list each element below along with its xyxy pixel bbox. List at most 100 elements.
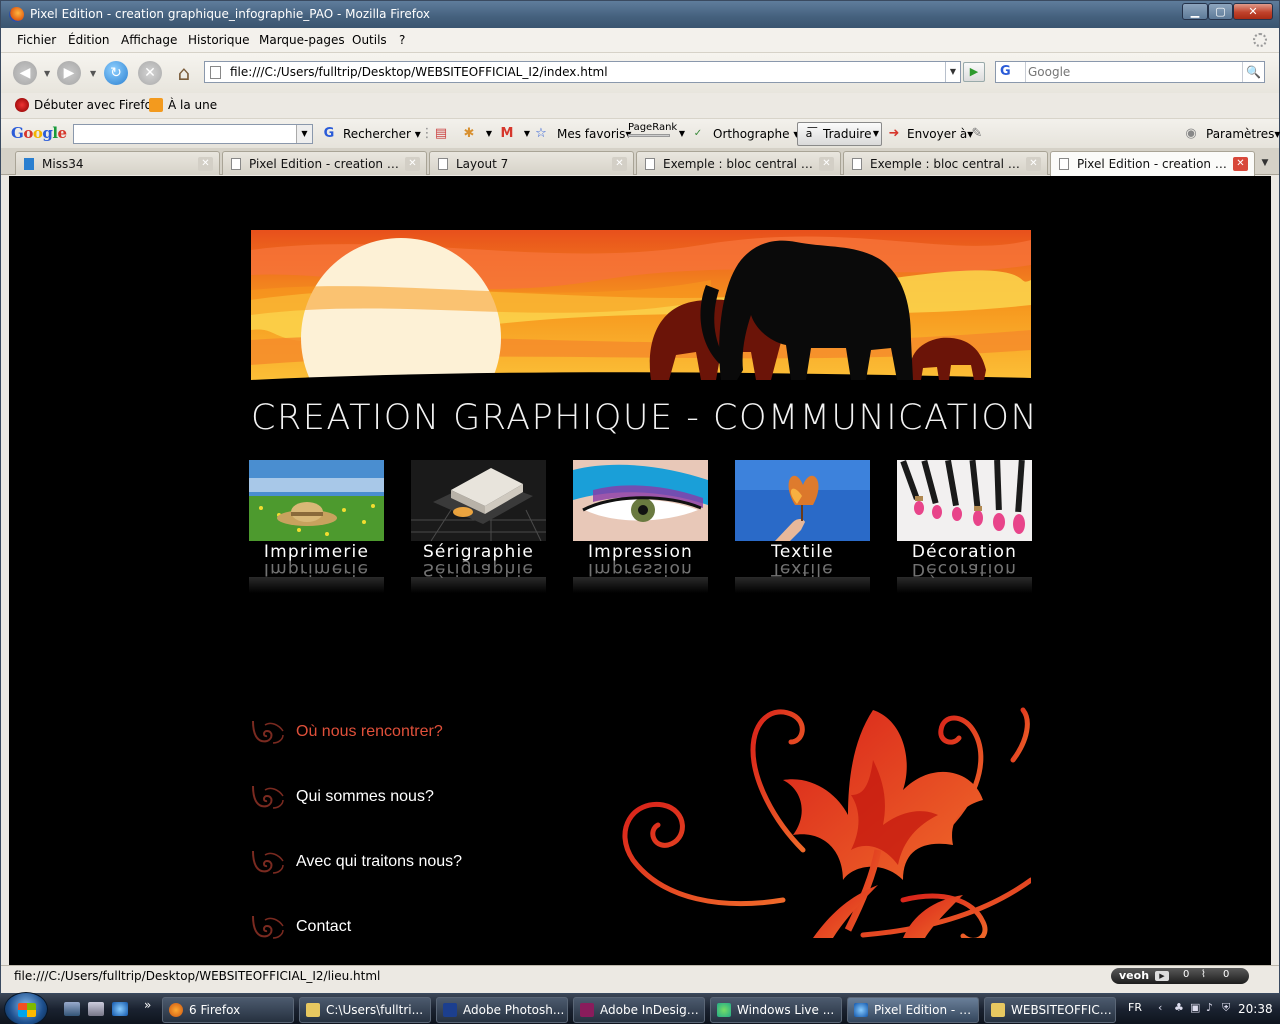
switch-windows-icon[interactable] [88,1002,104,1016]
category-decoration[interactable]: Décoration Décoration [897,460,1032,593]
back-history-dropdown-icon[interactable]: ▼ [44,69,50,78]
forward-button[interactable]: ▶ [57,61,81,85]
pagerank-dropdown-icon[interactable]: ▼ [674,126,690,142]
taskbar-button-pixel-edition[interactable]: Pixel Edition - c... [847,997,979,1023]
search-magnifier-icon[interactable]: 🔍 [1242,62,1264,82]
bookmark-debuter[interactable]: Débuter avec Firefox [15,98,159,112]
swirl-ornament-icon [252,850,284,874]
category-textile[interactable]: Textile Textile [735,460,870,593]
gmail-icon[interactable]: M [499,126,515,142]
tab-close-icon[interactable]: ✕ [405,157,420,171]
folder-icon [306,1003,320,1017]
reload-button[interactable]: ↻ [104,61,128,85]
menu-link-ou-nous-rencontrer[interactable]: Où nous rencontrer? [251,717,571,747]
menu-link-contact[interactable]: Contact [251,912,571,942]
menu-marque-pages[interactable]: Marque-pages [259,33,345,47]
tray-expand-icon[interactable]: ‹ [1158,1002,1170,1014]
tray-app-icon[interactable]: ⛨ [1222,1002,1234,1014]
maximize-button[interactable]: ▢ [1208,3,1233,20]
internet-explorer-icon[interactable] [112,1002,128,1016]
url-history-dropdown-icon[interactable]: ▼ [945,62,960,82]
settings-button[interactable]: Paramètres▾ [1206,127,1280,141]
translate-button[interactable]: a͞ Traduire ▼ [797,122,882,146]
tab-exemple-1[interactable]: Exemple : bloc central avec... ✕ [636,151,841,175]
tab-close-icon[interactable]: ✕ [198,157,213,171]
category-reflection: Impression [587,559,694,579]
start-button[interactable] [4,992,48,1024]
category-impression[interactable]: Impression Impression [573,460,708,593]
decoration-image [897,460,1032,541]
apps-icon[interactable]: ✱ [461,126,477,142]
address-bar[interactable]: file:///C:/Users/fulltrip/Desktop/WEBSIT… [204,61,961,83]
network-icon[interactable]: ▣ [1190,1002,1202,1014]
language-indicator[interactable]: FR [1128,1001,1142,1014]
tab-label: Pixel Edition - creation gra... [249,157,399,171]
taskbar-button-explorer[interactable]: C:\Users\fulltri... [299,997,431,1023]
go-button[interactable]: ▶ [963,62,985,82]
clock[interactable]: 20:38 [1238,1002,1273,1016]
apps-dropdown-icon[interactable]: ▼ [481,126,497,142]
menu-link-qui-sommes-nous[interactable]: Qui sommes nous? [251,782,571,812]
menu-fichier[interactable]: Fichier [17,33,56,47]
bookmark-debuter-label: Débuter avec Firefox [34,98,159,112]
taskbar-button-firefox[interactable]: 6 Firefox [162,997,294,1023]
menu-outils[interactable]: Outils [352,33,387,47]
news-icon[interactable]: ▤ [433,126,449,142]
stop-button[interactable]: ✕ [138,61,162,85]
windows-logo-icon [18,1003,36,1017]
tab-pixel-edition-1[interactable]: Pixel Edition - creation gra... ✕ [222,151,427,175]
minimize-button[interactable]: ▁ [1182,3,1208,20]
google-search-button[interactable]: Rechercher ▾ [343,127,421,141]
tab-pixel-edition-active[interactable]: Pixel Edition - creation gr... ✕ [1050,151,1255,176]
star-bookmark-icon[interactable]: ☆ [533,126,549,142]
taskbar-button-photoshop[interactable]: Adobe Photosh... [436,997,568,1023]
all-tabs-dropdown-icon[interactable]: ▼ [1255,152,1275,174]
send-to-button[interactable]: Envoyer à▾ [907,127,973,141]
search-bar[interactable]: G 🔍 [995,61,1265,83]
tab-page-icon [645,158,655,170]
network-users-icon[interactable]: ♣ [1174,1002,1186,1014]
google-toolbar-search-input[interactable]: ▼ [73,124,313,144]
back-button[interactable]: ◀ [13,61,37,85]
show-desktop-icon[interactable] [64,1002,80,1016]
bookmark-a-la-une[interactable]: À la une [149,98,217,112]
google-logo: Google [11,124,67,142]
menu-link-avec-qui-traitons-nous[interactable]: Avec qui traitons nous? [251,847,571,877]
taskbar-button-websiteofficial[interactable]: WEBSITEOFFICI... [984,997,1116,1023]
menu-affichage[interactable]: Affichage [121,33,177,47]
search-engine-selector[interactable]: G [996,62,1026,82]
highlighter-icon[interactable]: ✎ [969,126,985,142]
forward-history-dropdown-icon[interactable]: ▼ [90,69,96,78]
taskbar-button-indesign[interactable]: Adobe InDesign... [573,997,705,1023]
tab-close-icon[interactable]: ✕ [1233,157,1248,171]
tab-close-icon[interactable]: ✕ [819,157,834,171]
tab-page-icon [231,158,241,170]
spellcheck-button[interactable]: Orthographe ▾ [713,127,799,141]
url-text[interactable]: file:///C:/Users/fulltrip/Desktop/WEBSIT… [230,65,608,79]
menu-edition[interactable]: Édition [68,33,110,47]
category-serigraphie[interactable]: Sérigraphie Sérigraphie [411,460,546,593]
favorites-button[interactable]: Mes favoris▾ [557,127,631,141]
reload-icon: ↻ [110,65,122,81]
taskbar-button-windows-live[interactable]: Windows Live ... [710,997,842,1023]
spellcheck-icon[interactable]: ✓ [690,126,706,142]
home-button[interactable]: ⌂ [172,61,196,85]
tab-exemple-2[interactable]: Exemple : bloc central avec... ✕ [843,151,1048,175]
quicklaunch-more-icon[interactable]: » [144,998,151,1012]
tab-layout-7[interactable]: Layout 7 ✕ [429,151,634,175]
menu-historique[interactable]: Historique [188,33,250,47]
volume-icon[interactable]: ♪ [1206,1002,1218,1014]
close-window-button[interactable]: ✕ [1233,3,1273,20]
category-imprimerie[interactable]: Imprimerie Imprimerie [249,460,384,593]
firefox-bookmark-icon [15,98,29,112]
menu-help[interactable]: ? [399,33,405,47]
textile-image [735,460,870,541]
status-text: file:///C:/Users/fulltrip/Desktop/WEBSIT… [14,969,381,983]
veoh-widget[interactable]: veoh ▶ 0 ⌇ 0 [1111,968,1249,984]
google-search-dropdown-icon[interactable]: ▼ [296,125,312,143]
category-reflection: Sérigraphie [422,559,535,579]
tab-close-icon[interactable]: ✕ [1026,157,1041,171]
tab-miss34[interactable]: Miss34 ✕ [15,151,220,175]
search-input[interactable] [1028,63,1238,81]
tab-close-icon[interactable]: ✕ [612,157,627,171]
